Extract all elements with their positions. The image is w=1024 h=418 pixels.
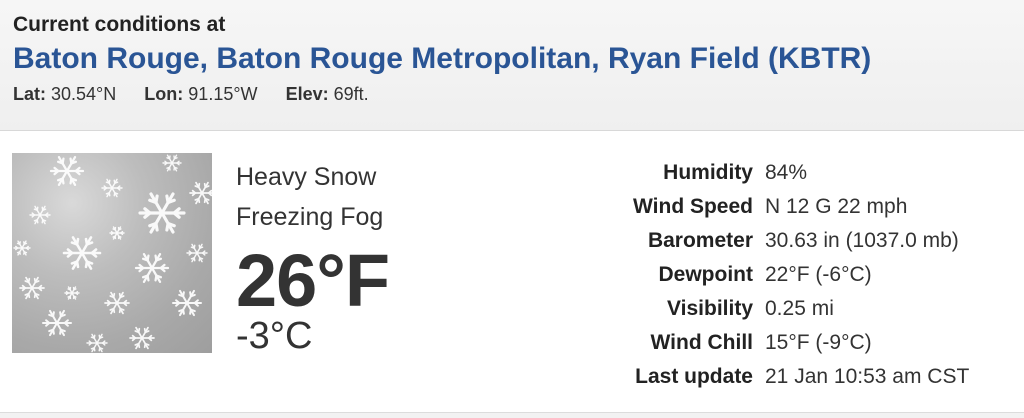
detail-value: 22°F (-6°C) [765, 263, 872, 286]
detail-row-wind-chill: Wind Chill 15°F (-9°C) [560, 326, 969, 360]
lon-label: Lon: [144, 84, 184, 104]
detail-row-wind-speed: Wind Speed N 12 G 22 mph [560, 190, 969, 224]
detail-label: Visibility [667, 297, 753, 320]
detail-label: Humidity [663, 161, 753, 184]
detail-label: Dewpoint [658, 263, 754, 286]
lon-value: 91.15°W [188, 84, 258, 104]
snowflake-icon [12, 153, 212, 353]
detail-value: N 12 G 22 mph [765, 195, 908, 218]
detail-label: Barometer [647, 229, 753, 252]
conditions-body: Heavy Snow Freezing Fog 26°F -3°C Humidi… [0, 131, 1024, 413]
lat-value: 30.54°N [51, 84, 117, 104]
lat-label: Lat: [13, 84, 46, 104]
conditions-details-table: Humidity 84% Wind Speed N 12 G 22 mph Ba… [560, 156, 969, 394]
conditions-header: Current conditions at Baton Rouge, Baton… [0, 0, 1024, 131]
weather-description: Heavy Snow [236, 163, 377, 191]
detail-value: 84% [765, 161, 808, 184]
detail-row-last-update: Last update 21 Jan 10:53 am CST [560, 360, 969, 394]
detail-value: 30.63 in (1037.0 mb) [765, 229, 959, 252]
detail-value: 21 Jan 10:53 am CST [765, 365, 970, 388]
detail-value: 0.25 mi [765, 297, 834, 320]
detail-row-dewpoint: Dewpoint 22°F (-6°C) [560, 258, 969, 292]
detail-row-humidity: Humidity 84% [560, 156, 969, 190]
header-label: Current conditions at [13, 13, 226, 36]
detail-label: Last update [635, 365, 753, 388]
elev-label: Elev: [285, 84, 329, 104]
detail-value: 15°F (-9°C) [765, 331, 872, 354]
temperature-fahrenheit: 26°F [236, 239, 390, 322]
temperature-celsius: -3°C [236, 315, 313, 357]
detail-label: Wind Speed [633, 195, 753, 218]
station-coordinates: Lat: 30.54°N Lon: 91.15°W Elev: 69ft. [13, 82, 1024, 106]
weather-description-secondary: Freezing Fog [236, 203, 384, 231]
detail-row-barometer: Barometer 30.63 in (1037.0 mb) [560, 224, 969, 258]
conditions-summary: Heavy Snow Freezing Fog 26°F -3°C [236, 157, 390, 357]
panel-bottom-divider [0, 412, 1024, 418]
station-name-link[interactable]: Baton Rouge, Baton Rouge Metropolitan, R… [13, 40, 1024, 78]
elev-value: 69ft. [333, 84, 369, 104]
detail-row-visibility: Visibility 0.25 mi [560, 292, 969, 326]
detail-label: Wind Chill [650, 331, 753, 354]
current-conditions-panel: Current conditions at Baton Rouge, Baton… [0, 0, 1024, 418]
